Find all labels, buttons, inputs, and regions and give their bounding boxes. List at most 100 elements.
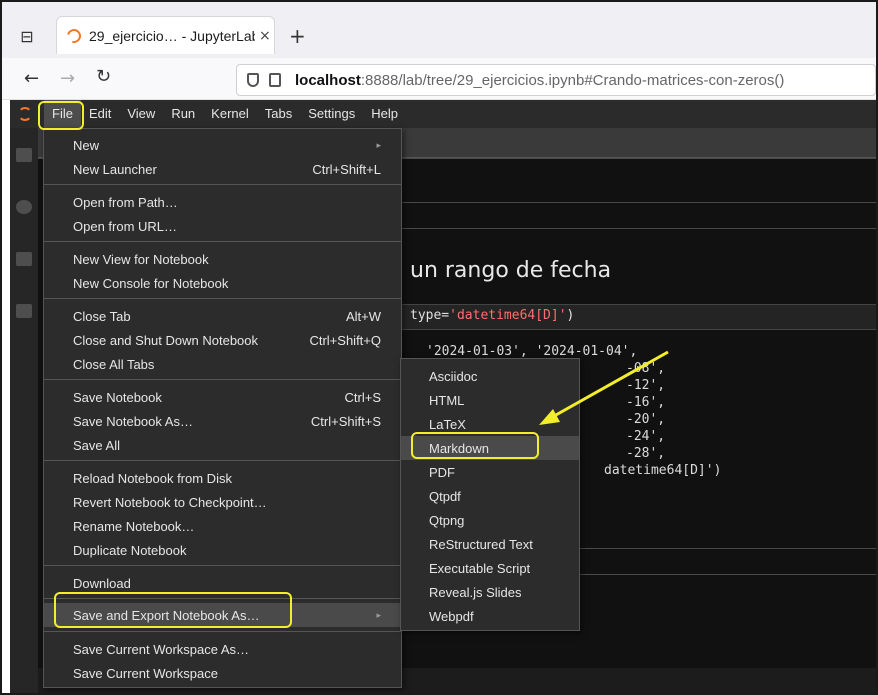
export-executable-script[interactable]: Executable Script: [401, 556, 579, 580]
menu-item-shortcut: Alt+W: [345, 308, 381, 324]
screenshot-frame: ⊟ 29_ejercicio… - JupyterLab × + ← → ↻ l…: [0, 0, 878, 695]
submenu-arrow-icon: ▸: [376, 139, 381, 150]
url-bar[interactable]: localhost:8888/lab/tree/29_ejercicios.ip…: [236, 64, 876, 96]
menu-item-shortcut: Ctrl+S: [344, 389, 381, 405]
menu-item-new-launcher[interactable]: New Launcher Ctrl+Shift+L: [44, 157, 401, 181]
export-qtpng[interactable]: Qtpng: [401, 508, 579, 532]
menu-settings[interactable]: Settings: [300, 100, 363, 128]
menu-separator: [44, 184, 401, 185]
url-host: localhost: [295, 71, 361, 89]
tab-title: 29_ejercicio… - JupyterLab: [89, 27, 255, 44]
menu-item-close-all[interactable]: Close All Tabs: [44, 352, 401, 376]
menu-item-save-all[interactable]: Save All: [44, 433, 401, 457]
menu-item-new-view[interactable]: New View for Notebook: [44, 247, 401, 271]
browser-tab[interactable]: 29_ejercicio… - JupyterLab ×: [56, 16, 275, 54]
url-path: :8888/lab/tree/29_ejercicios.ipynb#Crand…: [360, 71, 785, 89]
menu-item-open-from-url[interactable]: Open from URL…: [44, 214, 401, 238]
menu-item-rename[interactable]: Rename Notebook…: [44, 514, 401, 538]
menu-item-save-workspace-as[interactable]: Save Current Workspace As…: [44, 637, 401, 661]
menu-item-new[interactable]: New ▸: [44, 133, 401, 157]
export-asciidoc[interactable]: Asciidoc: [401, 364, 579, 388]
menu-item-shortcut: Ctrl+Shift+L: [312, 161, 381, 177]
menu-item-duplicate[interactable]: Duplicate Notebook: [44, 538, 401, 562]
menu-item-label: Close All Tabs: [73, 356, 155, 372]
save-export-highlight-box: [54, 592, 292, 628]
menu-separator: [44, 298, 401, 299]
menu-item-label: Download: [73, 575, 131, 591]
menu-item-label: New Launcher: [73, 161, 157, 177]
jupyter-logo-icon: [18, 107, 32, 121]
output-line: -08',: [626, 361, 666, 376]
menu-item-shortcut: Ctrl+Shift+Q: [309, 332, 381, 348]
output-line: -20',: [626, 412, 666, 427]
submenu-arrow-icon: ▸: [376, 609, 381, 620]
back-arrow-icon[interactable]: ←: [24, 68, 39, 89]
markdown-highlight-box: [411, 432, 539, 459]
export-restructured-text[interactable]: ReStructured Text: [401, 532, 579, 556]
forward-arrow-icon[interactable]: →: [60, 68, 75, 89]
menu-item-label: New Console for Notebook: [73, 275, 229, 291]
code-string: 'datetime64[D]': [449, 308, 567, 323]
export-revealjs-slides[interactable]: Reveal.js Slides: [401, 580, 579, 604]
export-submenu: Asciidoc HTML LaTeX Markdown PDF Qtpdf Q…: [400, 358, 580, 631]
browser-tab-bar: ⊟ 29_ejercicio… - JupyterLab × +: [2, 2, 876, 58]
menu-item-label: Duplicate Notebook: [73, 542, 187, 558]
export-pdf[interactable]: PDF: [401, 460, 579, 484]
menu-item-label: Close and Shut Down Notebook: [73, 332, 259, 348]
reload-icon[interactable]: ↻: [96, 66, 111, 87]
folder-icon[interactable]: [16, 148, 32, 162]
menu-item-reload[interactable]: Reload Notebook from Disk: [44, 466, 401, 490]
menu-edit[interactable]: Edit: [81, 100, 119, 128]
menu-item-label: Revert Notebook to Checkpoint…: [73, 494, 267, 510]
left-sidebar: [10, 128, 38, 693]
menu-item-label: Save Notebook: [73, 389, 162, 405]
menu-item-label: New View for Notebook: [73, 251, 209, 267]
menu-item-label: Reload Notebook from Disk: [73, 470, 232, 486]
export-webpdf[interactable]: Webpdf: [401, 604, 579, 628]
file-highlight-box: [38, 101, 84, 130]
menu-separator: [44, 565, 401, 566]
running-icon[interactable]: [16, 200, 32, 214]
menu-item-close-tab[interactable]: Close Tab Alt+W: [44, 304, 401, 328]
menu-item-label: Save Notebook As…: [73, 413, 193, 429]
menu-item-shortcut: Ctrl+Shift+S: [310, 413, 381, 429]
menu-item-label: New: [73, 137, 100, 153]
menu-item-save-as[interactable]: Save Notebook As… Ctrl+Shift+S: [44, 409, 401, 433]
output-line: -28',: [626, 446, 666, 461]
page-info-icon[interactable]: [269, 73, 281, 87]
output-line: datetime64[D]'): [604, 463, 722, 478]
new-tab-button[interactable]: +: [289, 26, 306, 46]
menu-item-label: Rename Notebook…: [73, 518, 195, 534]
tab-list-icon[interactable]: ⊟: [14, 24, 40, 48]
menu-help[interactable]: Help: [363, 100, 406, 128]
menu-item-new-console[interactable]: New Console for Notebook: [44, 271, 401, 295]
export-qtpdf[interactable]: Qtpdf: [401, 484, 579, 508]
menu-item-save-workspace[interactable]: Save Current Workspace: [44, 661, 401, 685]
code-line: type='datetime64[D]'): [410, 308, 574, 323]
menu-kernel[interactable]: Kernel: [203, 100, 257, 128]
output-line: -16',: [626, 395, 666, 410]
menu-item-save[interactable]: Save Notebook Ctrl+S: [44, 385, 401, 409]
tab-close-icon[interactable]: ×: [259, 28, 271, 44]
menu-view[interactable]: View: [119, 100, 163, 128]
jupyter-favicon-icon: [64, 25, 84, 46]
menu-run[interactable]: Run: [163, 100, 203, 128]
menu-item-close-shutdown[interactable]: Close and Shut Down Notebook Ctrl+Shift+Q: [44, 328, 401, 352]
menu-tabs[interactable]: Tabs: [257, 100, 300, 128]
menu-item-label: Open from Path…: [73, 194, 178, 210]
menu-separator: [44, 379, 401, 380]
divider: [398, 202, 876, 203]
menu-item-revert[interactable]: Revert Notebook to Checkpoint…: [44, 490, 401, 514]
menu-separator: [44, 631, 401, 632]
url-text[interactable]: localhost:8888/lab/tree/29_ejercicios.ip…: [295, 72, 784, 89]
output-line: -24',: [626, 429, 666, 444]
table-of-contents-icon[interactable]: [16, 252, 32, 266]
code-prefix: type=: [410, 308, 450, 323]
menu-bar: File Edit View Run Kernel Tabs Settings …: [10, 100, 876, 128]
output-line: '2024-01-03', '2024-01-04',: [426, 344, 638, 359]
shield-icon[interactable]: [247, 73, 259, 87]
menu-item-label: Open from URL…: [73, 218, 178, 234]
export-html[interactable]: HTML: [401, 388, 579, 412]
menu-item-open-from-path[interactable]: Open from Path…: [44, 190, 401, 214]
extension-icon[interactable]: [16, 304, 32, 318]
